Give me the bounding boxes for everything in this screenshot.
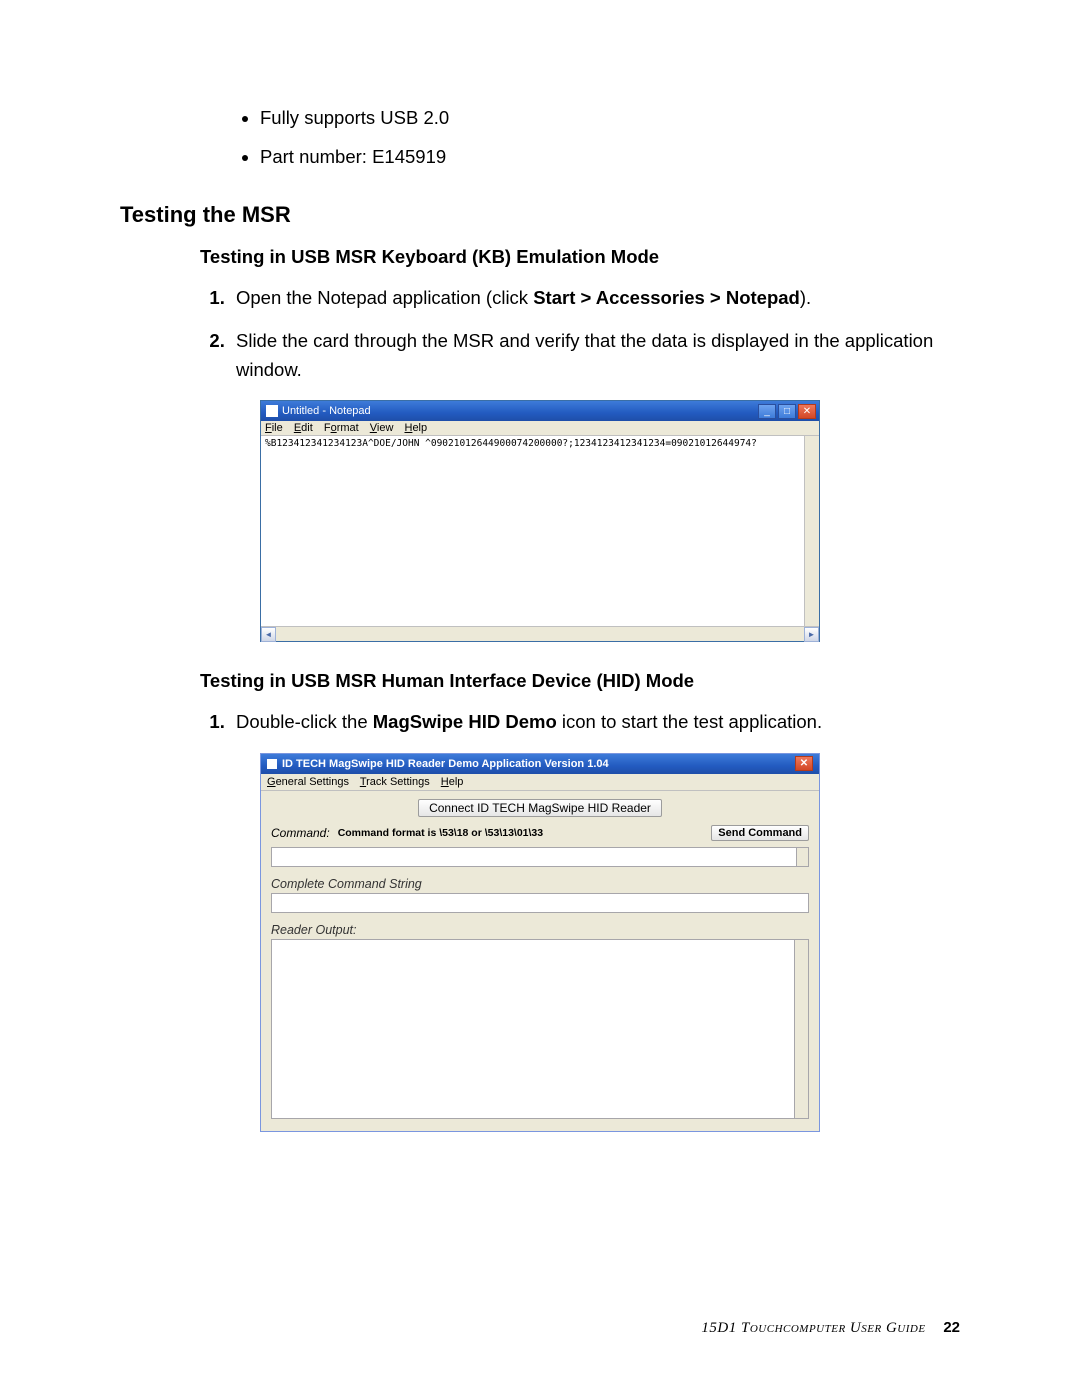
footer-page-number: 22 bbox=[943, 1319, 960, 1336]
kb-step-2: Slide the card through the MSR and verif… bbox=[230, 327, 960, 384]
complete-command-label: Complete Command String bbox=[271, 877, 809, 891]
feature-bullet: Part number: E145919 bbox=[260, 139, 960, 174]
hid-app-icon bbox=[267, 759, 277, 769]
hid-steps-list: Double-click the MagSwipe HID Demo icon … bbox=[230, 708, 960, 737]
scroll-right-arrow-icon[interactable]: ► bbox=[804, 627, 819, 642]
close-button[interactable]: ✕ bbox=[795, 756, 813, 771]
menu-track-settings[interactable]: Track Settings bbox=[360, 776, 430, 788]
horizontal-scrollbar[interactable]: ◄ ► bbox=[261, 626, 819, 641]
kb-step-1: Open the Notepad application (click Star… bbox=[230, 284, 960, 313]
connect-reader-button[interactable]: Connect ID TECH MagSwipe HID Reader bbox=[418, 799, 662, 817]
input-scroll-stub bbox=[796, 848, 808, 866]
hid-titlebar: ID TECH MagSwipe HID Reader Demo Applica… bbox=[261, 754, 819, 774]
notepad-content: %B123412341234123A^DOE/JOHN ^09021012644… bbox=[261, 436, 819, 451]
step-text: Open the Notepad application (click bbox=[236, 287, 533, 308]
page-footer: 15D1 Touchcomputer User Guide 22 bbox=[701, 1319, 960, 1337]
menu-help[interactable]: Help bbox=[441, 776, 464, 788]
notepad-app-icon bbox=[266, 405, 278, 417]
step-text: Double-click the bbox=[236, 711, 373, 732]
notepad-menubar: FFileile Edit Format View Help bbox=[261, 421, 819, 436]
reader-output-label: Reader Output: bbox=[271, 923, 809, 937]
document-page: Fully supports USB 2.0 Part number: E145… bbox=[0, 0, 1080, 1397]
menu-edit[interactable]: Edit bbox=[294, 422, 313, 434]
menu-format[interactable]: Format bbox=[324, 422, 359, 434]
window-control-buttons: _ □ ✕ bbox=[758, 404, 816, 419]
step-bold-path: Start > Accessories > Notepad bbox=[533, 287, 800, 308]
menu-view[interactable]: View bbox=[370, 422, 394, 434]
menu-general-settings[interactable]: General Settings bbox=[267, 776, 349, 788]
section-heading-testing-msr: Testing the MSR bbox=[120, 202, 960, 228]
menu-help[interactable]: Help bbox=[404, 422, 427, 434]
send-command-button[interactable]: Send Command bbox=[711, 825, 809, 841]
subsection-hid-mode: Testing in USB MSR Human Interface Devic… bbox=[200, 670, 960, 692]
command-hint: Command format is \53\18 or \53\13\01\33 bbox=[338, 827, 543, 839]
subsection-kb-mode: Testing in USB MSR Keyboard (KB) Emulati… bbox=[200, 246, 960, 268]
scroll-left-arrow-icon[interactable]: ◄ bbox=[261, 627, 276, 642]
notepad-text-area[interactable]: %B123412341234123A^DOE/JOHN ^09021012644… bbox=[261, 436, 819, 626]
vertical-scrollbar[interactable] bbox=[804, 436, 819, 626]
footer-book-title: 15D1 Touchcomputer User Guide bbox=[701, 1320, 925, 1336]
reader-output-box[interactable] bbox=[271, 939, 809, 1119]
command-input[interactable] bbox=[271, 847, 809, 867]
feature-bullet: Fully supports USB 2.0 bbox=[260, 100, 960, 135]
hid-menubar: General Settings Track Settings Help bbox=[261, 774, 819, 791]
minimize-button[interactable]: _ bbox=[758, 404, 776, 419]
notepad-titlebar: Untitled - Notepad _ □ ✕ bbox=[261, 401, 819, 421]
notepad-window: Untitled - Notepad _ □ ✕ FFileile Edit F… bbox=[260, 400, 820, 642]
output-vertical-scrollbar[interactable] bbox=[794, 940, 808, 1118]
step-text: icon to start the test application. bbox=[557, 711, 822, 732]
close-button[interactable]: ✕ bbox=[798, 404, 816, 419]
hid-step-1: Double-click the MagSwipe HID Demo icon … bbox=[230, 708, 960, 737]
step-text: ). bbox=[800, 287, 811, 308]
figure-hid-demo: ID TECH MagSwipe HID Reader Demo Applica… bbox=[260, 753, 960, 1132]
hid-demo-window: ID TECH MagSwipe HID Reader Demo Applica… bbox=[260, 753, 820, 1132]
titlebar-left: Untitled - Notepad bbox=[266, 405, 371, 417]
command-row: Command: Command format is \53\18 or \53… bbox=[271, 825, 809, 841]
hid-body: Connect ID TECH MagSwipe HID Reader Comm… bbox=[261, 791, 819, 1131]
feature-bullet-list: Fully supports USB 2.0 Part number: E145… bbox=[260, 100, 960, 174]
notepad-title: Untitled - Notepad bbox=[282, 405, 371, 417]
command-label: Command: bbox=[271, 826, 330, 840]
figure-notepad: Untitled - Notepad _ □ ✕ FFileile Edit F… bbox=[260, 400, 960, 642]
menu-file[interactable]: FFileile bbox=[265, 422, 283, 434]
kb-steps-list: Open the Notepad application (click Star… bbox=[230, 284, 960, 384]
hid-title: ID TECH MagSwipe HID Reader Demo Applica… bbox=[282, 758, 609, 770]
complete-command-input[interactable] bbox=[271, 893, 809, 913]
maximize-button[interactable]: □ bbox=[778, 404, 796, 419]
step-bold-app: MagSwipe HID Demo bbox=[373, 711, 557, 732]
